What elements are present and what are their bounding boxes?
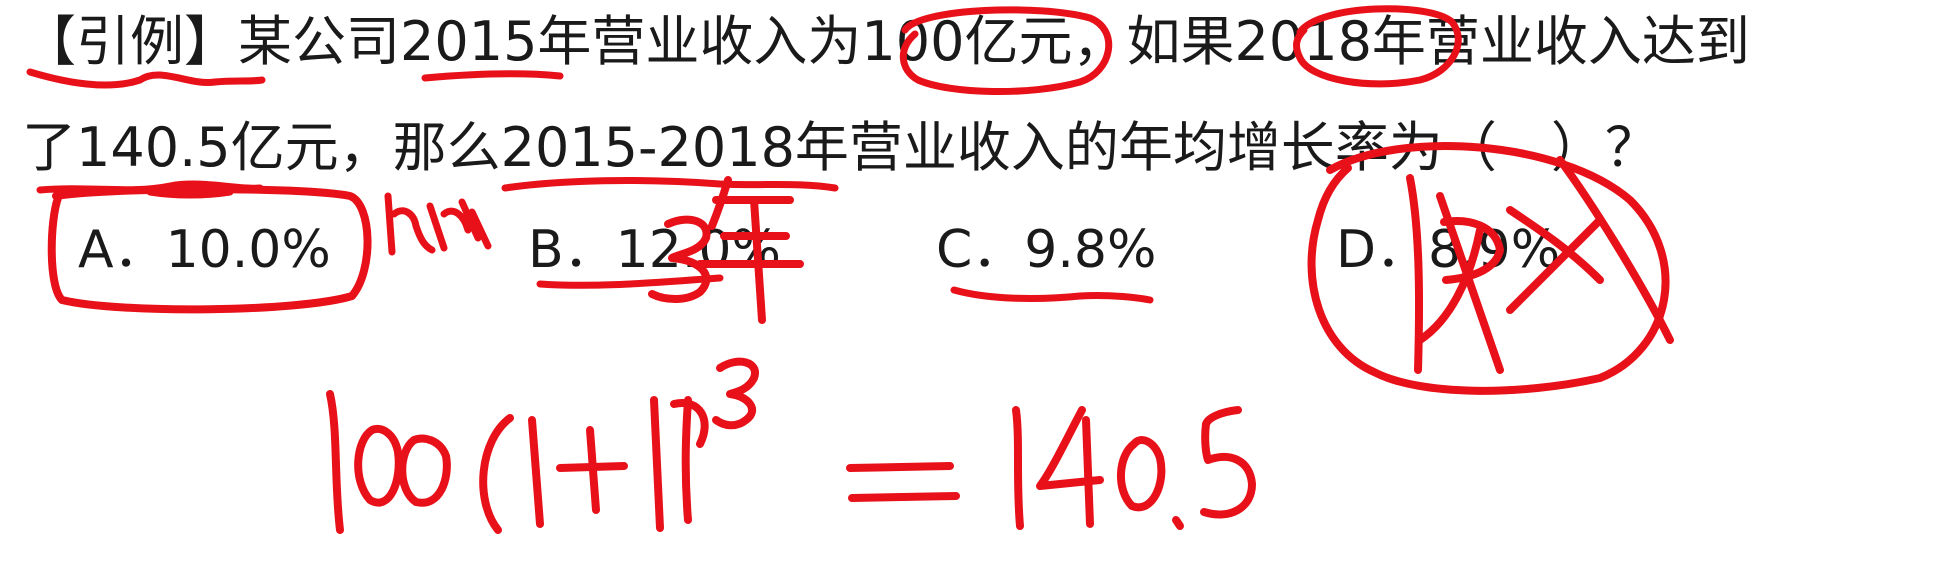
underline-140-5	[36, 180, 264, 199]
option-a: A．10.0%	[78, 220, 331, 280]
scribble-years	[384, 192, 492, 256]
underline-2015	[421, 70, 564, 82]
question-line-1: 【引例】某公司2015年营业收入为100亿元，如果2018年营业收入达到	[22, 10, 1750, 73]
underline-option-c	[950, 286, 1154, 304]
option-b: B．12.0%	[528, 220, 781, 280]
underline-year-range	[501, 177, 839, 192]
handwritten-annotations	[26, 5, 1674, 534]
handwritten-equation	[326, 357, 1256, 534]
question-line-2: 了140.5亿元，那么2015-2018年营业收入的年均增长率为（ ）？	[22, 116, 1659, 179]
option-d: D．8.9%	[1336, 220, 1561, 280]
option-c: C．9.8%	[936, 220, 1157, 280]
